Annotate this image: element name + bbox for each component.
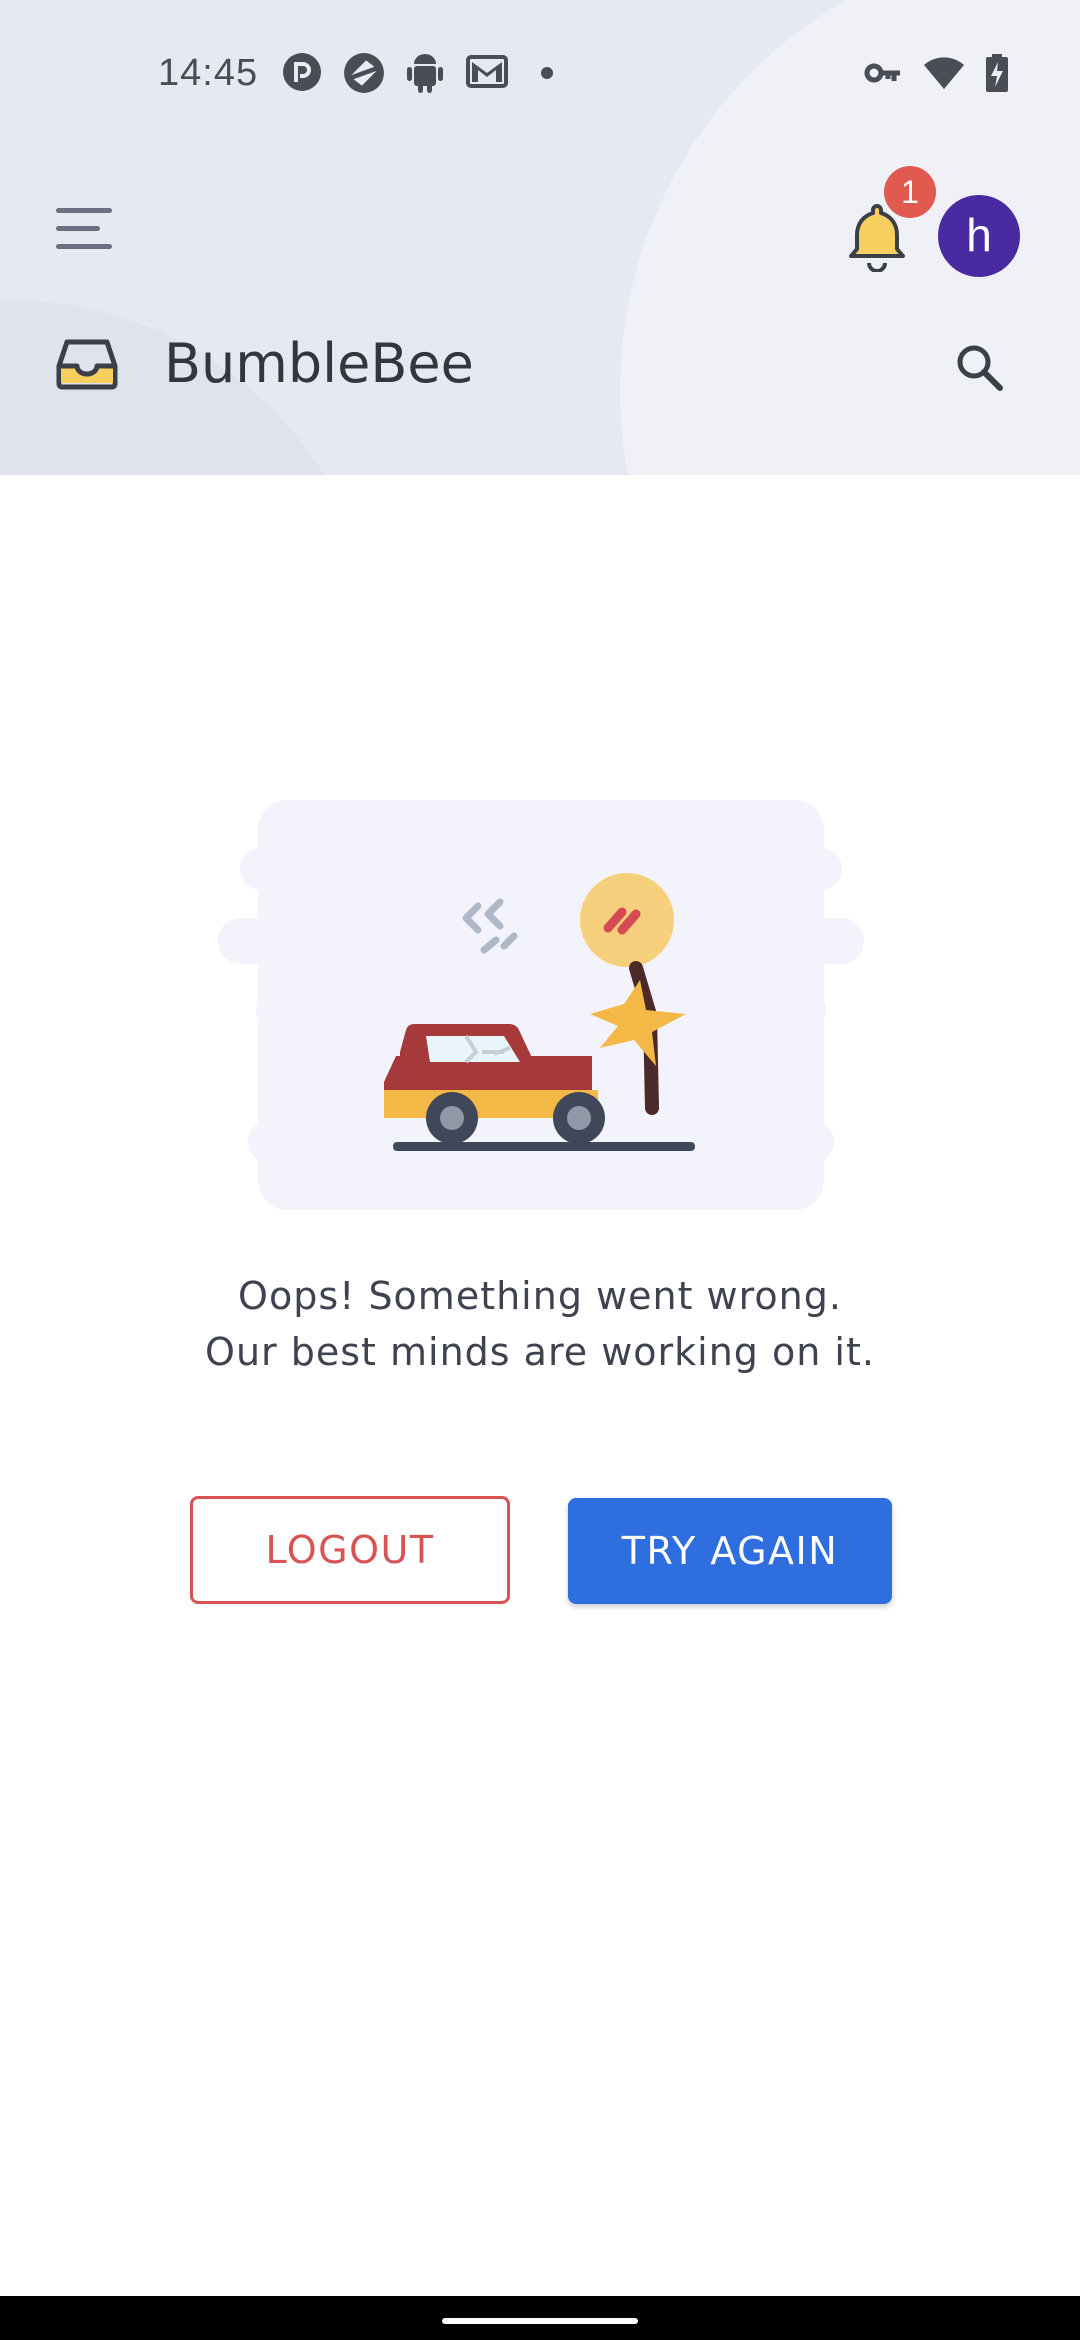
logout-button[interactable]: LOGOUT <box>190 1496 510 1604</box>
pocketcasts-icon <box>283 53 321 91</box>
app-header: 14:45 1 h BumbleBee <box>0 0 1080 475</box>
hamburger-menu-button[interactable] <box>56 208 120 262</box>
status-time: 14:45 <box>158 52 259 94</box>
wifi-icon <box>924 57 964 89</box>
inbox-icon <box>56 339 118 390</box>
gesture-handle[interactable] <box>442 2318 638 2324</box>
gmail-icon <box>466 55 508 88</box>
user-avatar[interactable]: h <box>938 195 1020 277</box>
battery-charging-icon <box>986 54 1008 92</box>
vpn-key-icon <box>864 63 900 83</box>
menu-line <box>56 226 100 231</box>
status-bar: 14:45 <box>0 0 1080 150</box>
error-line-1: Oops! Something went wrong. <box>238 1274 842 1318</box>
notification-badge: 1 <box>884 166 936 218</box>
app-title: BumbleBee <box>164 332 474 395</box>
car-crash-illustration <box>218 800 864 1210</box>
android-icon <box>407 54 443 93</box>
error-line-2: Our best minds are working on it. <box>205 1330 875 1374</box>
error-message: Oops! Something went wrong. Our best min… <box>0 1268 1080 1380</box>
menu-line <box>56 208 112 213</box>
dot-icon <box>541 67 553 79</box>
camera-app-icon <box>344 53 384 93</box>
search-icon[interactable] <box>950 338 1010 398</box>
try-again-button[interactable]: TRY AGAIN <box>568 1498 892 1604</box>
menu-line <box>56 244 112 249</box>
